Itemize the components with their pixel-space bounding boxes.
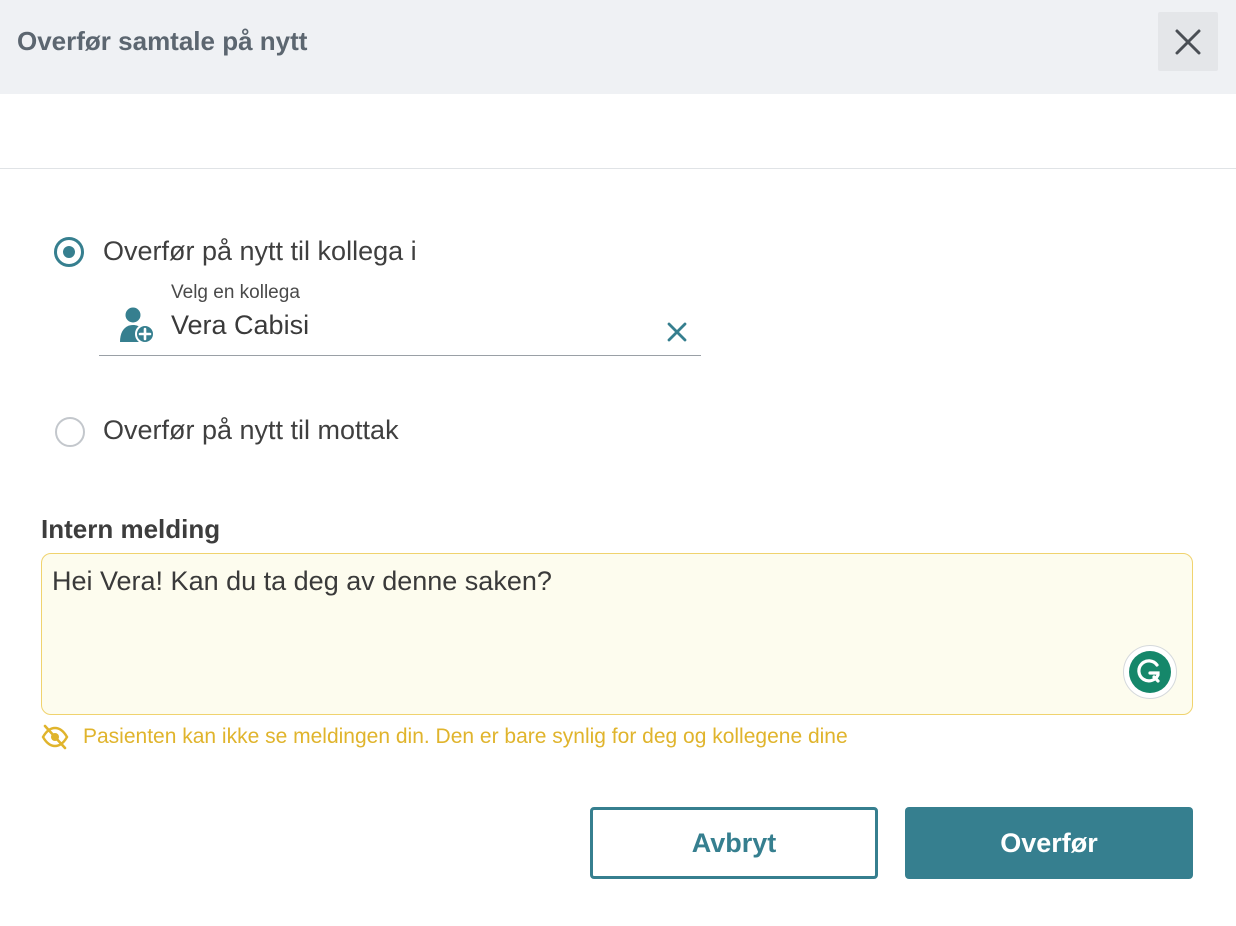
close-icon	[1175, 29, 1201, 54]
clear-icon[interactable]	[665, 320, 689, 344]
colleague-field[interactable]: Vera Cabisi	[171, 310, 309, 341]
radio-colleague[interactable]	[54, 237, 84, 267]
radio-colleague-label[interactable]: Overfør på nytt til kollega i	[103, 236, 417, 267]
colleague-field-label: Velg en kollega	[171, 282, 300, 303]
grammarly-icon	[1129, 651, 1171, 693]
person-add-icon	[120, 307, 154, 344]
colleague-field-underline	[99, 355, 701, 356]
dialog-title: Overfør samtale på nytt	[17, 26, 308, 56]
grammarly-button[interactable]	[1123, 645, 1177, 699]
close-button[interactable]	[1158, 12, 1218, 71]
radio-reception-label[interactable]: Overfør på nytt til mottak	[103, 415, 399, 446]
dialog-header: Overfør samtale på nytt	[0, 0, 1236, 94]
eye-off-icon	[41, 724, 69, 750]
radio-reception[interactable]	[55, 417, 85, 447]
privacy-notice: Pasienten kan ikke se meldingen din. Den…	[83, 725, 848, 748]
cancel-button[interactable]: Avbryt	[590, 807, 878, 879]
transfer-button[interactable]: Overfør	[905, 807, 1193, 879]
sub-header-bar	[0, 94, 1236, 169]
internal-message-input[interactable]	[41, 553, 1193, 715]
internal-message-label: Intern melding	[41, 514, 221, 544]
